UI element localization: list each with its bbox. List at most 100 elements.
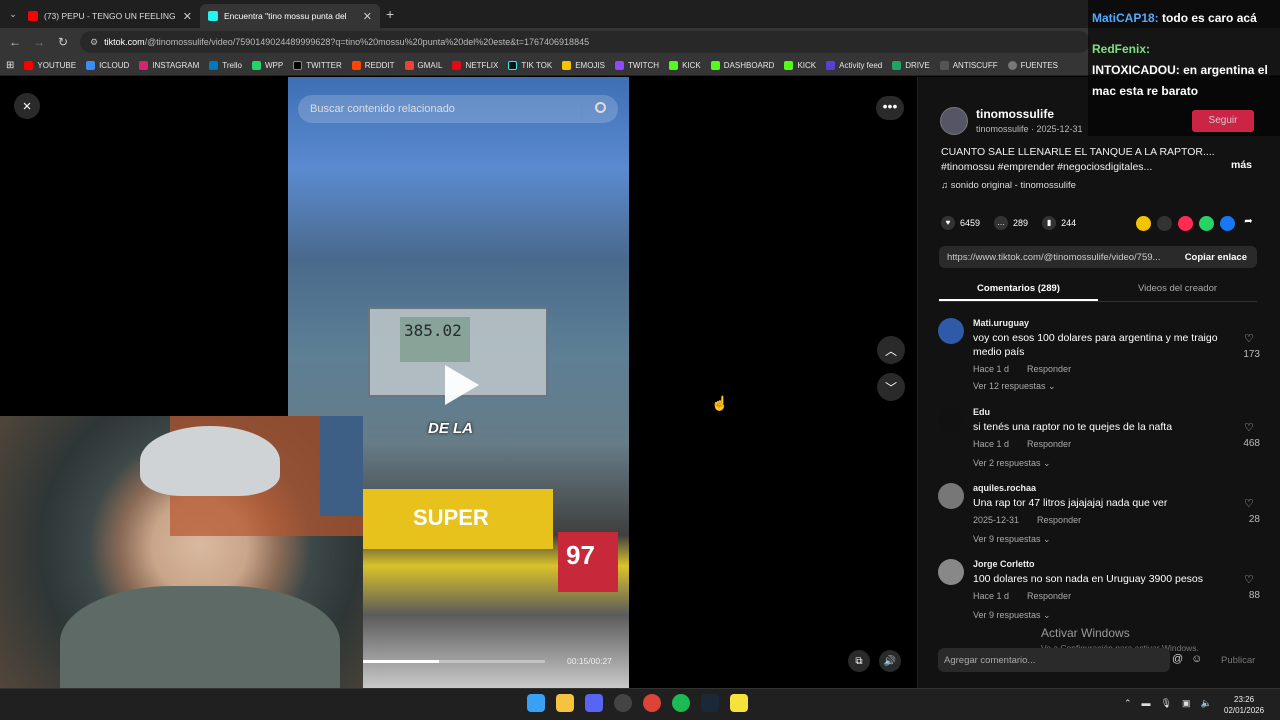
comment-avatar[interactable] xyxy=(938,483,964,509)
save-button[interactable]: ▮ 244 xyxy=(1042,216,1076,230)
comment-avatar[interactable] xyxy=(938,407,964,433)
bookmark-trello[interactable]: Trello xyxy=(209,61,242,70)
back-icon[interactable]: ← xyxy=(8,35,22,49)
steam-icon[interactable] xyxy=(701,694,719,712)
video-progress-bar[interactable] xyxy=(363,660,545,663)
forward-icon[interactable]: → xyxy=(32,35,46,49)
add-comment-input[interactable]: Agregar comentario... xyxy=(938,648,1170,672)
start-icon[interactable] xyxy=(527,694,545,712)
bookmark-activity-feed[interactable]: Activity feed xyxy=(826,61,882,70)
tab-search-chevron-icon[interactable]: ⌄ xyxy=(6,9,20,20)
comment-like-icon[interactable]: ♡ xyxy=(1244,421,1254,434)
tab-creator-videos[interactable]: Videos del creador xyxy=(1098,280,1257,301)
tab-comments[interactable]: Comentarios (289) xyxy=(939,280,1098,301)
tab-youtube[interactable]: (73) PEPU - TENGO UN FEELING ✕ xyxy=(20,4,200,28)
like-button[interactable]: ♥ 6459 xyxy=(941,216,980,230)
bookmark-gmail[interactable]: GMAIL xyxy=(404,61,442,70)
bookmark-emojis[interactable]: EMOJIS xyxy=(562,61,605,70)
related-search-input[interactable]: Buscar contenido relacionado xyxy=(298,95,618,123)
site-info-icon[interactable]: ⚙ xyxy=(90,37,98,48)
obs-icon[interactable] xyxy=(614,694,632,712)
taskbar-clock[interactable]: 23:26 02/01/2026 xyxy=(1224,694,1264,716)
comment-button[interactable]: … 289 xyxy=(994,216,1028,230)
comment-like-icon[interactable]: ♡ xyxy=(1244,497,1254,510)
author-name[interactable]: tinomossulife xyxy=(976,107,1083,121)
search-icon[interactable] xyxy=(595,102,606,113)
whatsapp-icon[interactable] xyxy=(1199,216,1214,231)
view-replies-button[interactable]: Ver 9 respuestas ⌄ xyxy=(973,610,1051,621)
comment-avatar[interactable] xyxy=(938,318,964,344)
comment-user[interactable]: Mati.uruguay xyxy=(973,318,1029,328)
bookmark-wpp[interactable]: WPP xyxy=(251,61,283,70)
bookmark-kick[interactable]: KICK xyxy=(669,61,701,70)
description-more-link[interactable]: más xyxy=(1231,159,1252,171)
tab-close-icon[interactable]: ✕ xyxy=(363,10,372,23)
comment-user[interactable]: aquiles.rochaa xyxy=(973,483,1036,493)
bookmark-netflix[interactable]: NETFLIX xyxy=(452,61,498,70)
view-replies-button[interactable]: Ver 2 respuestas ⌄ xyxy=(973,458,1051,469)
reply-button[interactable]: Responder xyxy=(1027,439,1071,449)
reply-button[interactable]: Responder xyxy=(1027,591,1071,601)
discord-icon[interactable] xyxy=(585,694,603,712)
author-block[interactable]: tinomossulife tinomossulife · 2025-12-31 xyxy=(940,107,1083,135)
follow-button[interactable]: Seguir xyxy=(1192,110,1254,132)
view-replies-button[interactable]: Ver 12 respuestas ⌄ xyxy=(973,381,1056,392)
tray-overflow-icon[interactable]: ⌃ xyxy=(1124,698,1132,709)
coin-icon[interactable] xyxy=(1136,216,1151,231)
next-video-button[interactable]: ﹀ xyxy=(877,373,905,401)
view-replies-button[interactable]: Ver 9 respuestas ⌄ xyxy=(973,534,1051,545)
speaker-icon[interactable]: 🔈 xyxy=(1201,698,1212,709)
comment-item: Edu si tenés una raptor no te quejes de … xyxy=(938,407,1260,472)
bookmark-youtube[interactable]: YOUTUBE xyxy=(24,61,76,70)
emoji-icon[interactable]: ☺ xyxy=(1191,653,1202,665)
bookmark-instagram[interactable]: INSTAGRAM xyxy=(139,61,199,70)
network-icon[interactable]: ▣ xyxy=(1182,698,1191,709)
close-viewer-button[interactable]: × xyxy=(14,93,40,119)
bookmark-tiktok[interactable]: TIK TOK xyxy=(508,61,552,70)
comment-user[interactable]: Edu xyxy=(973,407,990,417)
post-sound[interactable]: ♫ sonido original - tinomossulife xyxy=(941,180,1076,191)
play-icon[interactable] xyxy=(445,365,479,405)
flag-icon[interactable]: ▬ xyxy=(1142,698,1151,709)
comment-like-icon[interactable]: ♡ xyxy=(1244,332,1254,345)
bookmark-antiscuff[interactable]: ANTISCUFF xyxy=(939,61,998,70)
volume-icon[interactable]: 🔊 xyxy=(879,650,901,672)
share-link-box[interactable]: https://www.tiktok.com/@tinomossulife/vi… xyxy=(939,246,1257,268)
author-avatar[interactable] xyxy=(940,107,968,135)
bookmark-drive[interactable]: DRIVE xyxy=(892,61,930,70)
bookmark-fuentes[interactable]: FUENTES xyxy=(1007,61,1058,70)
comment-like-icon[interactable]: ♡ xyxy=(1244,573,1254,586)
embed-icon[interactable] xyxy=(1157,216,1172,231)
tab-tiktok[interactable]: Encuentra "tino mossu punta del ✕ xyxy=(200,4,380,28)
comment-avatar[interactable] xyxy=(938,559,964,585)
repost-icon[interactable] xyxy=(1178,216,1193,231)
previous-video-button[interactable]: ︿ xyxy=(877,336,905,364)
bookmark-twitch[interactable]: TWITCH xyxy=(614,61,659,70)
spotify-icon[interactable] xyxy=(672,694,690,712)
file-explorer-icon[interactable] xyxy=(556,694,574,712)
reply-button[interactable]: Responder xyxy=(1037,515,1081,525)
mention-icon[interactable]: @ xyxy=(1172,653,1183,665)
chrome-icon[interactable] xyxy=(643,694,661,712)
apps-icon[interactable]: ⊞ xyxy=(6,60,14,71)
bookmark-dashboard[interactable]: DASHBOARD xyxy=(710,61,774,70)
more-options-button[interactable]: ••• xyxy=(876,96,904,120)
comment-user[interactable]: Jorge Corletto xyxy=(973,559,1035,569)
address-bar[interactable]: ⚙ tiktok.com/@tinomossulife/video/759014… xyxy=(80,31,1090,53)
microphone-icon[interactable]: 🎙 xyxy=(1161,698,1172,709)
bookmark-twitter[interactable]: TWITTER xyxy=(293,61,342,70)
publish-button[interactable]: Publicar xyxy=(1221,655,1255,666)
tab-close-icon[interactable]: ✕ xyxy=(183,10,192,23)
pip-icon[interactable]: ⧉ xyxy=(848,650,870,672)
bookmark-reddit[interactable]: REDDIT xyxy=(351,61,395,70)
bookmark-icloud[interactable]: ICLOUD xyxy=(86,61,129,70)
facebook-icon[interactable] xyxy=(1220,216,1235,231)
heart-icon: ♥ xyxy=(941,216,955,230)
sticky-notes-icon[interactable] xyxy=(730,694,748,712)
copy-link-button[interactable]: Copiar enlace xyxy=(1185,252,1247,263)
reply-button[interactable]: Responder xyxy=(1027,364,1071,374)
share-icon[interactable]: ➦ xyxy=(1241,216,1256,231)
reload-icon[interactable]: ↻ xyxy=(56,35,70,49)
bookmark-kick-2[interactable]: KICK xyxy=(784,61,816,70)
new-tab-button[interactable]: + xyxy=(386,6,394,22)
